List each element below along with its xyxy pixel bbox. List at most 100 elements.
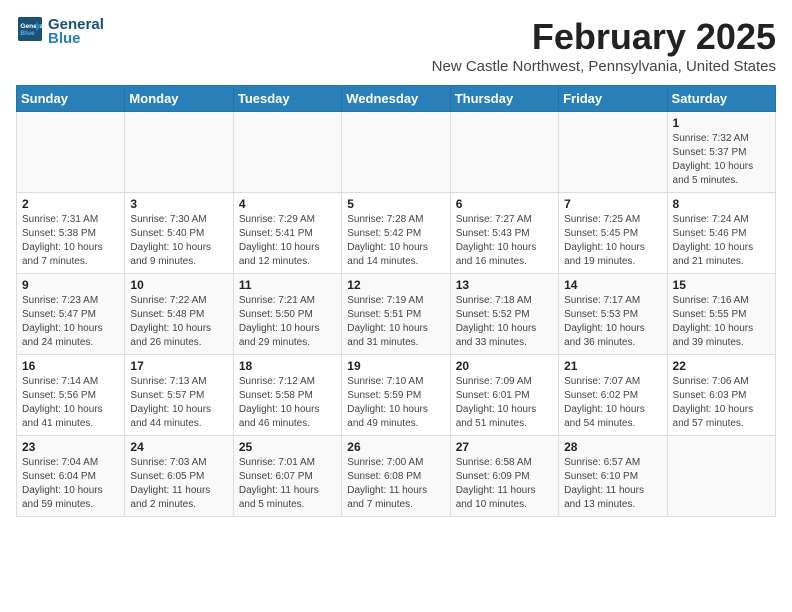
day-info: Sunrise: 7:14 AM Sunset: 5:56 PM Dayligh…: [22, 375, 119, 431]
calendar-cell: 16 Sunrise: 7:14 AM Sunset: 5:56 PM Dayli…: [17, 355, 125, 436]
day-number: 12: [347, 278, 444, 292]
calendar-week-1: 1 Sunrise: 7:32 AM Sunset: 5:37 PM Daylig…: [17, 112, 776, 193]
calendar-cell: 18 Sunrise: 7:12 AM Sunset: 5:58 PM Dayli…: [233, 355, 341, 436]
day-info: Sunrise: 7:16 AM Sunset: 5:55 PM Dayligh…: [673, 294, 770, 350]
day-number: 3: [130, 197, 227, 211]
calendar-cell: 21Sunrise: 7:07 AM Sunset: 6:02 PM Dayli…: [559, 355, 667, 436]
day-info: Sunrise: 7:03 AM Sunset: 6:05 PM Dayligh…: [130, 456, 227, 512]
calendar-cell: 25Sunrise: 7:01 AM Sunset: 6:07 PM Dayli…: [233, 436, 341, 517]
day-info: Sunrise: 7:19 AM Sunset: 5:51 PM Dayligh…: [347, 294, 444, 350]
day-info: Sunrise: 7:09 AM Sunset: 6:01 PM Dayligh…: [456, 375, 553, 431]
day-info: Sunrise: 7:28 AM Sunset: 5:42 PM Dayligh…: [347, 213, 444, 269]
calendar-cell: 23Sunrise: 7:04 AM Sunset: 6:04 PM Dayli…: [17, 436, 125, 517]
calendar-cell: [125, 112, 233, 193]
title-area: February 2025 New Castle Northwest, Penn…: [432, 16, 776, 75]
day-info: Sunrise: 7:17 AM Sunset: 5:53 PM Dayligh…: [564, 294, 661, 350]
calendar-week-5: 23Sunrise: 7:04 AM Sunset: 6:04 PM Dayli…: [17, 436, 776, 517]
calendar-header-row: SundayMondayTuesdayWednesdayThursdayFrid…: [17, 86, 776, 112]
day-info: Sunrise: 7:21 AM Sunset: 5:50 PM Dayligh…: [239, 294, 336, 350]
day-info: Sunrise: 7:31 AM Sunset: 5:38 PM Dayligh…: [22, 213, 119, 269]
calendar-cell: 26 Sunrise: 7:00 AM Sunset: 6:08 PM Dayli…: [342, 436, 450, 517]
day-number: 20: [456, 359, 553, 373]
day-info: Sunrise: 6:58 AM Sunset: 6:09 PM Dayligh…: [456, 456, 553, 512]
calendar-cell: 20 Sunrise: 7:09 AM Sunset: 6:01 PM Dayli…: [450, 355, 558, 436]
day-info: Sunrise: 7:01 AM Sunset: 6:07 PM Dayligh…: [239, 456, 336, 512]
day-number: 2: [22, 197, 119, 211]
calendar-cell: 7 Sunrise: 7:25 AM Sunset: 5:45 PM Daylig…: [559, 193, 667, 274]
day-number: 5: [347, 197, 444, 211]
day-info: Sunrise: 7:23 AM Sunset: 5:47 PM Dayligh…: [22, 294, 119, 350]
calendar-cell: 4 Sunrise: 7:29 AM Sunset: 5:41 PM Daylig…: [233, 193, 341, 274]
day-info: Sunrise: 7:27 AM Sunset: 5:43 PM Dayligh…: [456, 213, 553, 269]
calendar-week-4: 16 Sunrise: 7:14 AM Sunset: 5:56 PM Dayli…: [17, 355, 776, 436]
day-info: Sunrise: 7:04 AM Sunset: 6:04 PM Dayligh…: [22, 456, 119, 512]
day-info: Sunrise: 7:24 AM Sunset: 5:46 PM Dayligh…: [673, 213, 770, 269]
day-number: 10: [130, 278, 227, 292]
day-number: 15: [673, 278, 770, 292]
calendar-cell: 3 Sunrise: 7:30 AM Sunset: 5:40 PM Daylig…: [125, 193, 233, 274]
day-number: 28: [564, 440, 661, 454]
month-title: February 2025: [432, 16, 776, 58]
calendar-cell: [342, 112, 450, 193]
logo-icon: General Blue: [18, 17, 42, 41]
col-header-monday: Monday: [125, 86, 233, 112]
calendar-week-2: 2 Sunrise: 7:31 AM Sunset: 5:38 PM Daylig…: [17, 193, 776, 274]
day-number: 4: [239, 197, 336, 211]
day-number: 11: [239, 278, 336, 292]
day-info: Sunrise: 7:18 AM Sunset: 5:52 PM Dayligh…: [456, 294, 553, 350]
day-number: 27: [456, 440, 553, 454]
day-info: Sunrise: 7:00 AM Sunset: 6:08 PM Dayligh…: [347, 456, 444, 512]
day-number: 7: [564, 197, 661, 211]
calendar-cell: 17 Sunrise: 7:13 AM Sunset: 5:57 PM Dayli…: [125, 355, 233, 436]
day-info: Sunrise: 7:06 AM Sunset: 6:03 PM Dayligh…: [673, 375, 770, 431]
day-info: Sunrise: 7:07 AM Sunset: 6:02 PM Dayligh…: [564, 375, 661, 431]
calendar-cell: 10Sunrise: 7:22 AM Sunset: 5:48 PM Dayli…: [125, 274, 233, 355]
day-number: 1: [673, 116, 770, 130]
day-info: Sunrise: 7:29 AM Sunset: 5:41 PM Dayligh…: [239, 213, 336, 269]
day-number: 9: [22, 278, 119, 292]
col-header-friday: Friday: [559, 86, 667, 112]
calendar-cell: 27 Sunrise: 6:58 AM Sunset: 6:09 PM Dayli…: [450, 436, 558, 517]
calendar: SundayMondayTuesdayWednesdayThursdayFrid…: [16, 85, 776, 517]
col-header-wednesday: Wednesday: [342, 86, 450, 112]
svg-text:Blue: Blue: [20, 30, 35, 37]
day-number: 22: [673, 359, 770, 373]
day-number: 16: [22, 359, 119, 373]
day-number: 24: [130, 440, 227, 454]
day-info: Sunrise: 7:10 AM Sunset: 5:59 PM Dayligh…: [347, 375, 444, 431]
day-info: Sunrise: 7:12 AM Sunset: 5:58 PM Dayligh…: [239, 375, 336, 431]
calendar-cell: 14 Sunrise: 7:17 AM Sunset: 5:53 PM Dayli…: [559, 274, 667, 355]
calendar-cell: [559, 112, 667, 193]
calendar-cell: 11 Sunrise: 7:21 AM Sunset: 5:50 PM Dayli…: [233, 274, 341, 355]
calendar-cell: 15 Sunrise: 7:16 AM Sunset: 5:55 PM Dayli…: [667, 274, 775, 355]
calendar-cell: [17, 112, 125, 193]
day-info: Sunrise: 6:57 AM Sunset: 6:10 PM Dayligh…: [564, 456, 661, 512]
calendar-cell: 5 Sunrise: 7:28 AM Sunset: 5:42 PM Daylig…: [342, 193, 450, 274]
col-header-thursday: Thursday: [450, 86, 558, 112]
logo: General Blue General Blue: [16, 16, 104, 47]
location-title: New Castle Northwest, Pennsylvania, Unit…: [432, 58, 776, 75]
calendar-cell: [450, 112, 558, 193]
calendar-cell: 6 Sunrise: 7:27 AM Sunset: 5:43 PM Daylig…: [450, 193, 558, 274]
calendar-cell: [667, 436, 775, 517]
day-info: Sunrise: 7:13 AM Sunset: 5:57 PM Dayligh…: [130, 375, 227, 431]
day-number: 18: [239, 359, 336, 373]
calendar-cell: 1 Sunrise: 7:32 AM Sunset: 5:37 PM Daylig…: [667, 112, 775, 193]
calendar-cell: 24 Sunrise: 7:03 AM Sunset: 6:05 PM Dayli…: [125, 436, 233, 517]
calendar-cell: 12 Sunrise: 7:19 AM Sunset: 5:51 PM Dayli…: [342, 274, 450, 355]
calendar-cell: 28 Sunrise: 6:57 AM Sunset: 6:10 PM Dayli…: [559, 436, 667, 517]
day-number: 6: [456, 197, 553, 211]
day-number: 17: [130, 359, 227, 373]
calendar-cell: 13Sunrise: 7:18 AM Sunset: 5:52 PM Dayli…: [450, 274, 558, 355]
calendar-cell: 8 Sunrise: 7:24 AM Sunset: 5:46 PM Daylig…: [667, 193, 775, 274]
calendar-cell: [233, 112, 341, 193]
day-info: Sunrise: 7:30 AM Sunset: 5:40 PM Dayligh…: [130, 213, 227, 269]
day-info: Sunrise: 7:32 AM Sunset: 5:37 PM Dayligh…: [673, 132, 770, 188]
col-header-saturday: Saturday: [667, 86, 775, 112]
day-number: 14: [564, 278, 661, 292]
calendar-cell: 9 Sunrise: 7:23 AM Sunset: 5:47 PM Daylig…: [17, 274, 125, 355]
day-number: 26: [347, 440, 444, 454]
day-info: Sunrise: 7:25 AM Sunset: 5:45 PM Dayligh…: [564, 213, 661, 269]
col-header-tuesday: Tuesday: [233, 86, 341, 112]
day-number: 8: [673, 197, 770, 211]
